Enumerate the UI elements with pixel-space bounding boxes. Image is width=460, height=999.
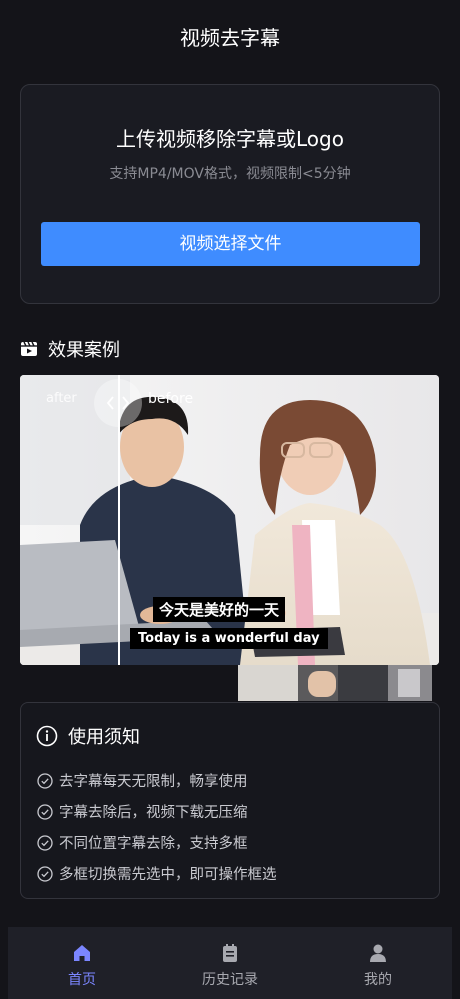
nav-title: 视频去字幕 (180, 26, 280, 50)
notice-item: 去字幕每天无限制，畅享使用 (37, 765, 277, 796)
choose-file-button[interactable]: 视频选择文件 (41, 222, 420, 266)
upload-subtitle: 支持MP4/MOV格式，视频限制<5分钟 (109, 166, 351, 182)
tab-profile-label: 我的 (364, 972, 392, 988)
history-icon (223, 944, 237, 962)
notice-card: 使用须知 去字幕每天无限制，畅享使用 字幕去除后，视频下载无压缩 不同位置字幕去… (20, 702, 440, 899)
notice-item: 字幕去除后，视频下载无压缩 (37, 796, 277, 827)
info-icon (36, 725, 58, 747)
notice-item-text: 去字幕每天无限制，畅享使用 (59, 774, 248, 790)
example-compare-image[interactable]: after before 今天是美好的一天 Today is a wonderf… (20, 375, 439, 665)
tab-home[interactable]: 首页 (8, 927, 156, 999)
notice-item: 不同位置字幕去除，支持多框 (37, 827, 277, 858)
before-label: before (148, 391, 194, 407)
bottom-tab-bar: 首页 历史记录 我的 (8, 927, 452, 999)
chevron-left-right-icon (106, 396, 130, 410)
check-circle-icon (37, 865, 53, 882)
after-label: after (46, 391, 77, 406)
upload-card: 上传视频移除字幕或Logo 支持MP4/MOV格式，视频限制<5分钟 视频选择文… (20, 84, 440, 304)
video-clapper-icon (21, 341, 37, 356)
notice-title: 使用须知 (68, 727, 140, 748)
tab-history[interactable]: 历史记录 (156, 927, 304, 999)
subtitle-chinese: 今天是美好的一天 (153, 597, 286, 622)
example-thumbnail-strip[interactable] (238, 665, 432, 701)
compare-slider-handle[interactable] (94, 379, 142, 427)
check-circle-icon (37, 834, 53, 851)
notice-item-text: 多框切换需先选中，即可操作框选 (59, 867, 277, 883)
examples-title: 效果案例 (48, 340, 120, 361)
home-icon (74, 945, 90, 961)
upload-title: 上传视频移除字幕或Logo (116, 127, 344, 151)
user-icon (370, 944, 386, 962)
tab-history-label: 历史记录 (202, 972, 258, 988)
notice-item-text: 不同位置字幕去除，支持多框 (59, 836, 248, 852)
subtitle-english: Today is a wonderful day (130, 628, 328, 649)
examples-header: 效果案例 (20, 336, 120, 362)
notice-item-text: 字幕去除后，视频下载无压缩 (59, 805, 248, 821)
notice-list: 去字幕每天无限制，畅享使用 字幕去除后，视频下载无压缩 不同位置字幕去除，支持多… (37, 765, 277, 889)
check-circle-icon (37, 803, 53, 820)
notice-item: 多框切换需先选中，即可操作框选 (37, 858, 277, 889)
thumbnail-strip-image (238, 665, 432, 701)
notice-header: 使用须知 (36, 723, 140, 749)
tab-profile[interactable]: 我的 (304, 927, 452, 999)
tab-home-label: 首页 (68, 972, 96, 988)
check-circle-icon (37, 772, 53, 789)
